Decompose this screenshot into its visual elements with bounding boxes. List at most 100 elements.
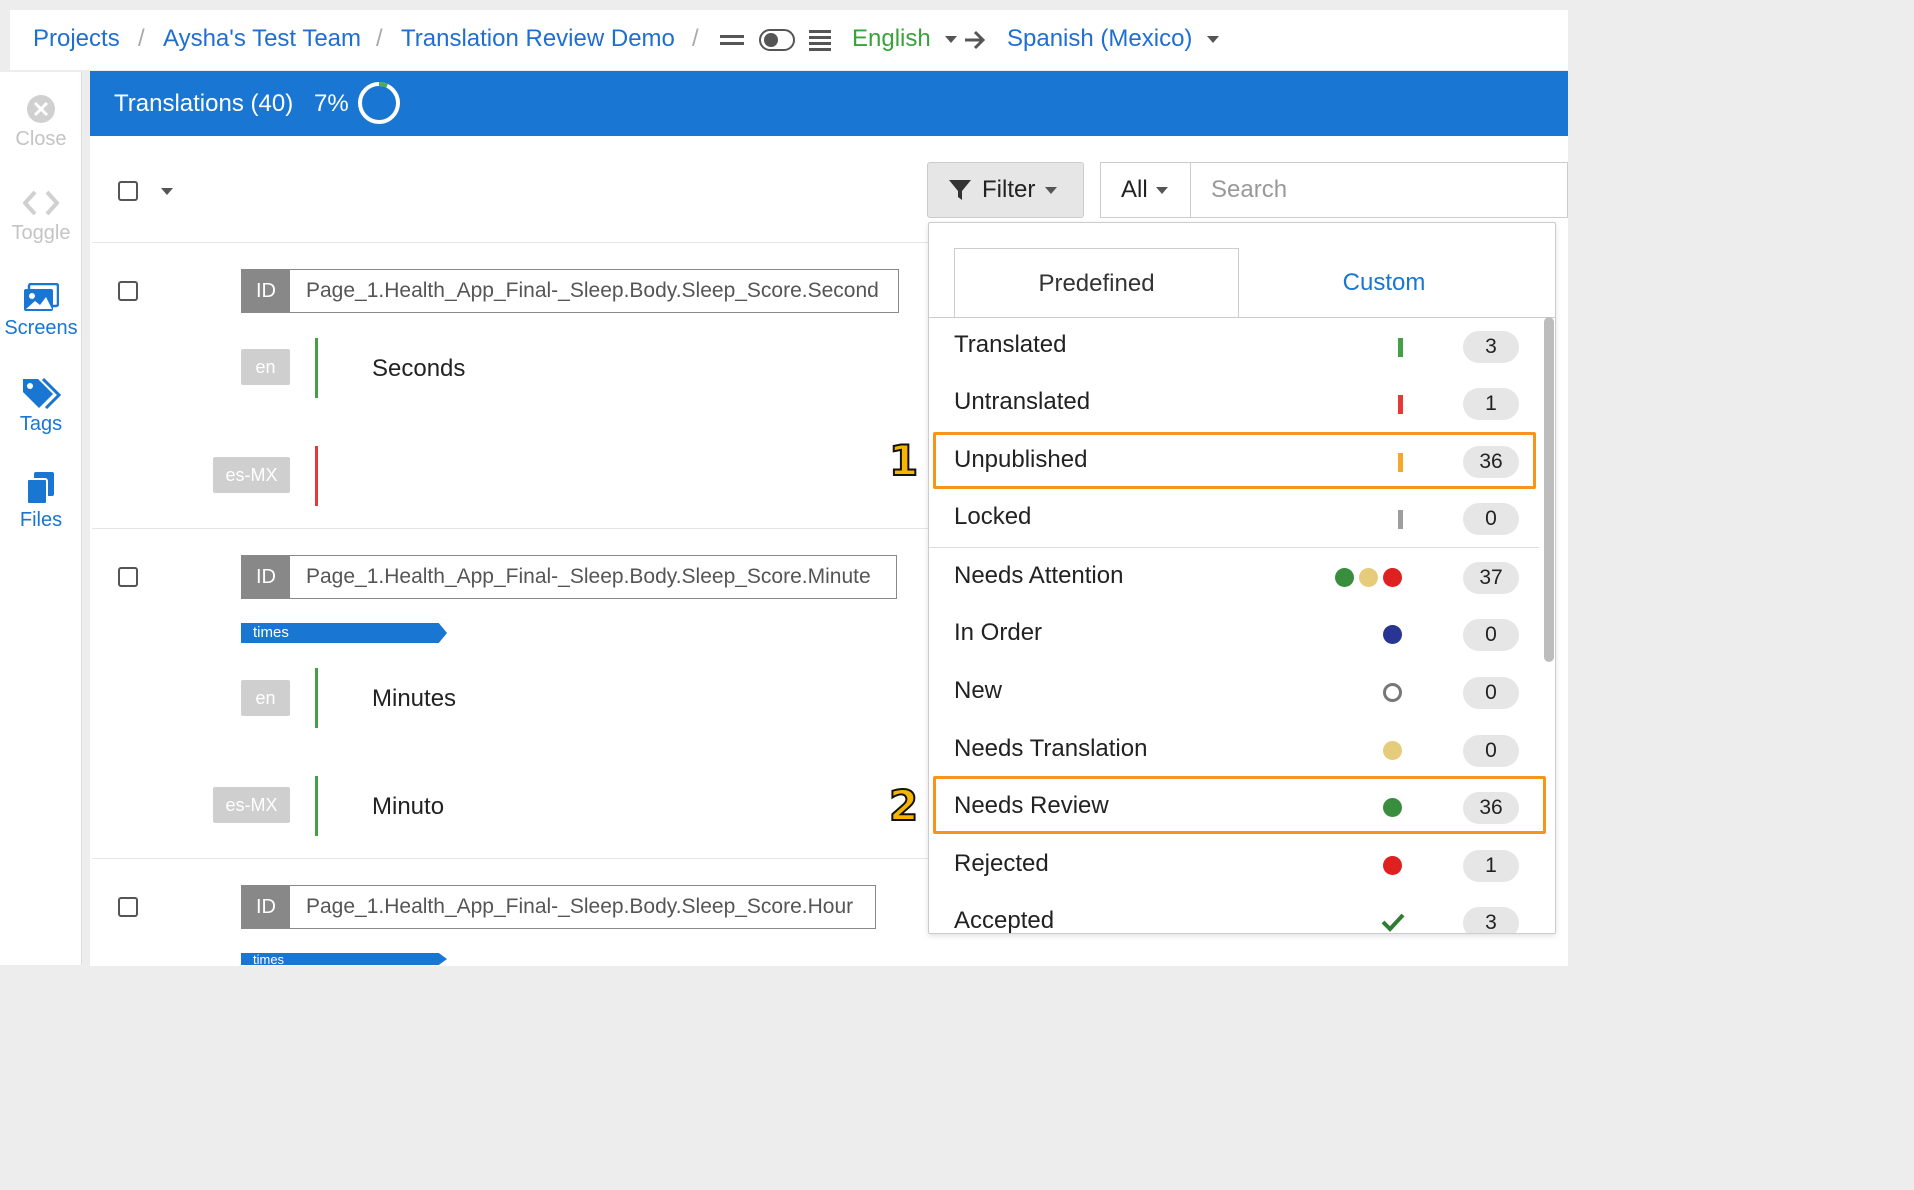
- scope-label: All: [1121, 176, 1148, 203]
- files-icon: [26, 472, 54, 505]
- filter-option-count: 0: [1463, 677, 1519, 709]
- select-menu-chevron-icon[interactable]: [161, 188, 173, 195]
- breadcrumb-separator: /: [692, 25, 699, 52]
- filter-option-label: Rejected: [954, 850, 1049, 877]
- filter-option-count: 0: [1463, 619, 1519, 651]
- annotation-number: 1: [888, 435, 919, 486]
- hollow-circle-icon: [1383, 683, 1402, 702]
- divider: [92, 858, 932, 859]
- id-label: ID: [242, 886, 290, 928]
- sidebar-item-tags[interactable]: Tags: [0, 377, 82, 436]
- filter-option-rejected[interactable]: Rejected 1: [929, 837, 1539, 894]
- select-all-checkbox[interactable]: [118, 181, 138, 201]
- filter-label: Filter: [982, 176, 1036, 203]
- chevron-down-icon: [1207, 36, 1220, 44]
- sidebar-item-label: Close: [15, 128, 67, 150]
- filter-option-accepted[interactable]: Accepted 3: [929, 894, 1539, 933]
- divider: [92, 528, 932, 529]
- entry-id: Page_1.Health_App_Final-_Sleep.Body.Slee…: [306, 895, 854, 918]
- yellow-dot-icon: [1383, 741, 1402, 760]
- target-language-tag: es-MX: [213, 457, 290, 493]
- tab-predefined[interactable]: Predefined: [954, 248, 1239, 318]
- filter-option-needs-translation[interactable]: Needs Translation 0: [929, 722, 1539, 779]
- target-language-tag: es-MX: [213, 787, 290, 823]
- sidebar-item-files[interactable]: Files: [0, 471, 82, 532]
- filter-option-label: New: [954, 677, 1003, 704]
- entry-id-field[interactable]: ID Page_1.Health_App_Final-_Sleep.Body.S…: [241, 885, 876, 929]
- filter-option-label: Needs Attention: [954, 562, 1124, 589]
- left-sidebar: Close Toggle Screens Tags Files: [0, 72, 82, 965]
- chevron-down-icon: [1155, 186, 1168, 194]
- compact-view-icon[interactable]: [720, 32, 744, 48]
- filter-option-count: 3: [1463, 907, 1519, 933]
- translations-title: Translations (40): [114, 90, 294, 117]
- filter-option-label: Translated: [954, 331, 1067, 358]
- filter-button[interactable]: Filter: [927, 162, 1084, 218]
- divider: [92, 242, 932, 243]
- source-text: Seconds: [372, 355, 466, 382]
- sidebar-item-label: Files: [19, 509, 63, 531]
- breadcrumb-projects[interactable]: Projects: [33, 25, 120, 53]
- untranslated-marker-icon: [1398, 395, 1403, 414]
- list-view-icon[interactable]: [809, 29, 831, 51]
- breadcrumb-separator: /: [138, 25, 145, 52]
- filter-option-count: 37: [1463, 562, 1519, 594]
- source-language-select[interactable]: English: [852, 25, 958, 53]
- status-bar: [315, 776, 318, 836]
- navy-dot-icon: [1383, 625, 1402, 644]
- arrow-right-icon: [965, 30, 986, 50]
- filter-funnel-icon: [949, 180, 971, 200]
- view-toggle-icon[interactable]: [759, 29, 795, 51]
- sidebar-item-toggle[interactable]: Toggle: [0, 188, 82, 245]
- chevron-down-icon: [1045, 186, 1058, 194]
- entry-tag[interactable]: times: [241, 953, 447, 965]
- translated-marker-icon: [1398, 338, 1403, 357]
- tags-icon: [23, 377, 61, 409]
- filter-option-translated[interactable]: Translated 3: [929, 318, 1539, 375]
- scope-select[interactable]: All: [1100, 162, 1190, 218]
- filter-option-new[interactable]: New 0: [929, 664, 1539, 721]
- sidebar-item-close[interactable]: Close: [0, 94, 82, 151]
- green-dot-icon: [1335, 568, 1354, 587]
- target-language-label: Spanish (Mexico): [1007, 25, 1193, 52]
- row-checkbox[interactable]: [118, 281, 138, 301]
- filter-option-count: 1: [1463, 850, 1519, 882]
- filter-option-needs-attention[interactable]: Needs Attention 37: [929, 549, 1539, 606]
- target-language-select[interactable]: Spanish (Mexico): [1007, 25, 1220, 53]
- entry-id-field[interactable]: ID Page_1.Health_App_Final-_Sleep.Body.S…: [241, 269, 899, 313]
- chevron-down-icon: [945, 36, 958, 44]
- breadcrumb-project[interactable]: Translation Review Demo: [401, 25, 675, 53]
- filter-option-untranslated[interactable]: Untranslated 1: [929, 375, 1539, 432]
- breadcrumb-team[interactable]: Aysha's Test Team: [163, 25, 361, 53]
- source-language-tag: en: [241, 349, 290, 385]
- filter-option-label: Locked: [954, 503, 1032, 530]
- filter-option-count: 0: [1463, 735, 1519, 767]
- filter-option-locked[interactable]: Locked 0: [929, 490, 1539, 547]
- filter-option-label: Needs Translation: [954, 735, 1148, 762]
- red-dot-icon: [1383, 568, 1402, 587]
- red-dot-icon: [1383, 856, 1402, 875]
- status-bar: [315, 668, 318, 728]
- filter-option-in-order[interactable]: In Order 0: [929, 606, 1539, 663]
- progress-percent: 7%: [314, 90, 349, 117]
- row-checkbox[interactable]: [118, 567, 138, 587]
- divider: [929, 547, 1539, 548]
- filter-option-count: 0: [1463, 503, 1519, 535]
- sidebar-item-label: Screens: [4, 317, 78, 339]
- filter-option-count: 1: [1463, 388, 1519, 420]
- target-text[interactable]: Minuto: [372, 793, 444, 821]
- id-label: ID: [242, 270, 290, 312]
- dropdown-scrollbar[interactable]: [1544, 317, 1554, 662]
- filter-option-label: In Order: [954, 619, 1043, 646]
- tab-custom[interactable]: Custom: [1239, 248, 1529, 318]
- source-language-label: English: [852, 25, 931, 52]
- entry-tag[interactable]: times: [241, 623, 447, 643]
- source-text: Minutes: [372, 685, 457, 712]
- sidebar-item-screens[interactable]: Screens: [0, 283, 82, 340]
- row-checkbox[interactable]: [118, 897, 138, 917]
- search-input[interactable]: [1190, 162, 1568, 218]
- code-brackets-icon: [23, 190, 59, 216]
- highlight-box-unpublished: [933, 432, 1536, 489]
- entry-id-field[interactable]: ID Page_1.Health_App_Final-_Sleep.Body.S…: [241, 555, 897, 599]
- source-language-tag: en: [241, 680, 290, 716]
